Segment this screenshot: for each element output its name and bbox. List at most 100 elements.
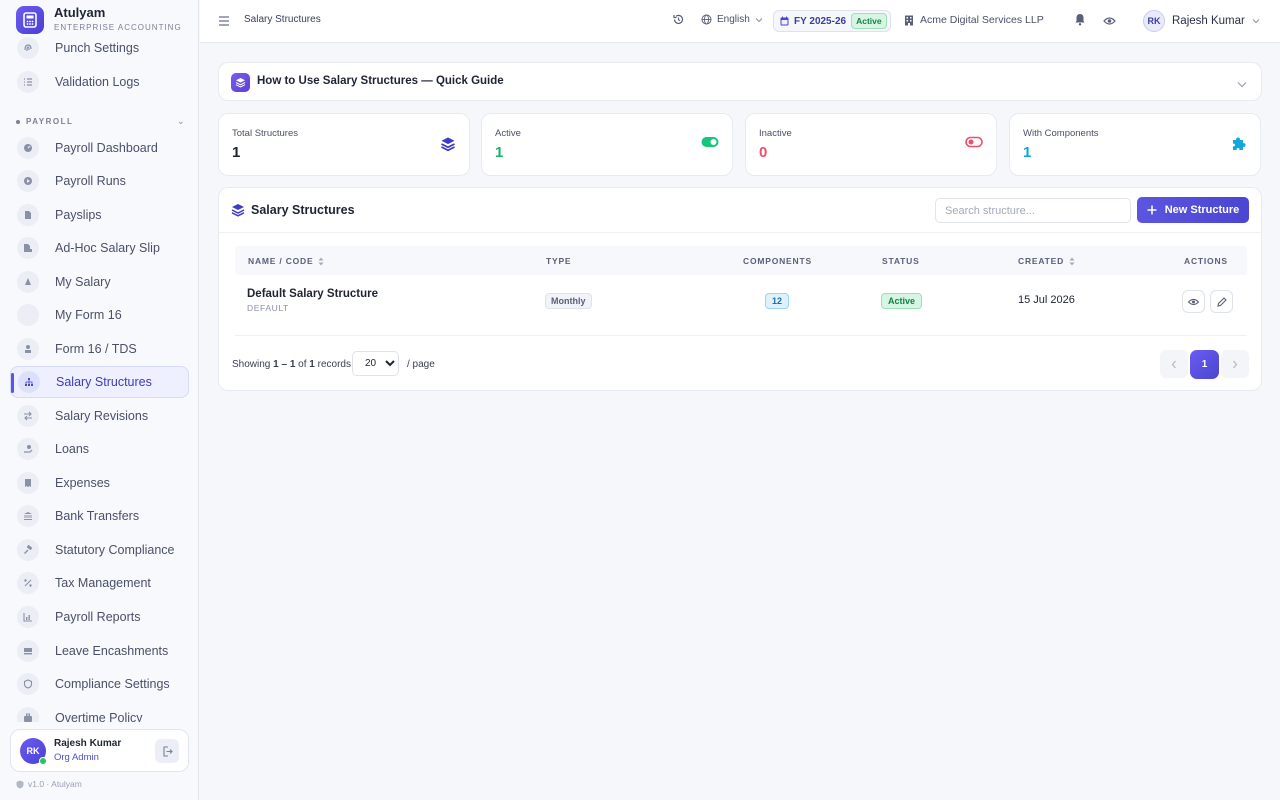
records-range: 1 – 1: [273, 359, 296, 370]
eye-icon: [1188, 298, 1199, 305]
sidebar-item-payroll-reports[interactable]: Payroll Reports: [10, 601, 189, 633]
sidebar-item-overtime-policy[interactable]: Overtime Policy: [10, 702, 189, 722]
organization-selector[interactable]: Acme Digital Services LLP: [904, 14, 1044, 26]
chevron-right-icon: [1233, 360, 1238, 368]
sidebar-nav: Punch Settings Validation Logs PAYROLL ⌄…: [10, 32, 190, 722]
sidebar-item-payslips[interactable]: Payslips: [10, 199, 189, 231]
sidebar-item-loans[interactable]: Loans: [10, 433, 189, 465]
sidebar-section-payroll[interactable]: PAYROLL ⌄: [16, 116, 186, 127]
sidebar-item-bank-transfers[interactable]: Bank Transfers: [10, 500, 189, 532]
file-plus-icon: [17, 237, 39, 259]
notifications-button[interactable]: [1074, 13, 1086, 29]
language-selector[interactable]: English: [701, 14, 763, 25]
sidebar-item-expenses[interactable]: Expenses: [10, 467, 189, 499]
search-input[interactable]: [935, 198, 1131, 223]
toggle-on-icon: [701, 136, 719, 151]
sidebar-item-payroll-dashboard[interactable]: Payroll Dashboard: [10, 132, 189, 164]
sidebar-item-leave-encashments[interactable]: Leave Encashments: [10, 635, 189, 667]
sidebar-item-validation-logs[interactable]: Validation Logs: [10, 66, 189, 98]
sidebar-item-punch-settings[interactable]: Punch Settings: [10, 32, 189, 64]
sidebar-item-label: Validation Logs: [55, 75, 140, 89]
sidebar-item-label: Punch Settings: [55, 41, 140, 55]
column-header-components: COMPONENTS: [743, 256, 812, 266]
pagination-prev-button[interactable]: [1160, 350, 1188, 378]
page-title: Salary Structures: [244, 14, 321, 25]
receipt-icon: [17, 472, 39, 494]
sitemap-icon: [18, 371, 40, 393]
sidebar-item-salary-structures[interactable]: Salary Structures: [10, 366, 189, 398]
quick-guide-title: How to Use Salary Structures — Quick Gui…: [257, 75, 504, 87]
avatar: RK: [1143, 10, 1165, 32]
sidebar-item-salary-revisions[interactable]: Salary Revisions: [10, 400, 189, 432]
table-title: Salary Structures: [251, 203, 355, 217]
sidebar-item-label: Ad-Hoc Salary Slip: [55, 241, 160, 255]
logout-button[interactable]: [155, 739, 179, 763]
play-circle-icon: [17, 170, 39, 192]
organization-name: Acme Digital Services LLP: [920, 14, 1044, 26]
column-header-created[interactable]: CREATED: [1018, 256, 1075, 266]
shield-icon: [16, 780, 24, 788]
sidebar-item-my-salary[interactable]: My Salary: [10, 266, 189, 298]
chevron-down-icon: [755, 17, 763, 22]
brand-name: Atulyam: [54, 5, 106, 20]
column-header-label: TYPE: [546, 256, 572, 266]
table-card-header: Salary Structures New Structure: [219, 188, 1263, 233]
sidebar-item-form-16-tds[interactable]: Form 16 / TDS: [10, 333, 189, 365]
stamp-icon: [17, 338, 39, 360]
sidebar-item-label: Payroll Reports: [55, 610, 141, 624]
page-size-select[interactable]: 10 20 50 100: [352, 351, 399, 376]
avatar-initials: RK: [1147, 16, 1161, 26]
sidebar-item-my-form-16[interactable]: My Form 16: [10, 299, 189, 331]
sidebar-item-label: Payroll Runs: [55, 174, 126, 188]
column-header-name[interactable]: NAME / CODE: [248, 256, 324, 266]
menu-toggle-button[interactable]: [218, 14, 230, 29]
language-label: English: [717, 14, 750, 25]
edit-button[interactable]: [1210, 290, 1233, 313]
quick-guide-accordion[interactable]: How to Use Salary Structures — Quick Gui…: [218, 62, 1262, 101]
history-button[interactable]: [672, 13, 685, 29]
sidebar-item-payroll-runs[interactable]: Payroll Runs: [10, 165, 189, 197]
online-status-dot: [39, 756, 47, 765]
puzzle-icon: [1231, 136, 1247, 155]
sidebar-item-label: Tax Management: [55, 576, 151, 590]
preview-toggle-button[interactable]: [1103, 14, 1116, 29]
hamburger-icon: [219, 16, 229, 26]
pagination-next-button[interactable]: [1221, 350, 1249, 378]
sidebar-item-statutory-compliance[interactable]: Statutory Compliance: [10, 534, 189, 566]
user-menu[interactable]: RK Rajesh Kumar: [1143, 10, 1260, 32]
new-structure-button[interactable]: New Structure: [1137, 197, 1249, 223]
chevron-left-icon: [1171, 360, 1176, 368]
sidebar-item-label: Form 16 / TDS: [55, 342, 137, 356]
table-row[interactable]: Default Salary Structure DEFAULT Monthly…: [235, 276, 1247, 336]
column-header-label: ACTIONS: [1184, 256, 1228, 266]
fiscal-year-selector[interactable]: FY 2025-26 Active: [773, 10, 891, 32]
percent-icon: [17, 572, 39, 594]
stat-label: Inactive: [759, 128, 792, 139]
layers-icon: [231, 73, 250, 92]
user-name: Rajesh Kumar: [1172, 15, 1245, 27]
sidebar-item-label: Payslips: [55, 208, 102, 222]
app-version: v1.0 · Atulyam: [16, 779, 82, 789]
sidebar-item-tax-management[interactable]: Tax Management: [10, 567, 189, 599]
hand-coin-icon: [17, 438, 39, 460]
bank-icon: [17, 505, 39, 527]
new-structure-label: New Structure: [1164, 204, 1240, 216]
sidebar-item-compliance-settings[interactable]: Compliance Settings: [10, 668, 189, 700]
view-button[interactable]: [1182, 290, 1205, 313]
sidebar-item-ad-hoc-salary-slip[interactable]: Ad-Hoc Salary Slip: [10, 232, 189, 264]
per-page-label: / page: [407, 359, 435, 370]
sidebar-user-card[interactable]: RK Rajesh Kumar Org Admin: [10, 729, 189, 772]
layers-icon: [231, 203, 245, 220]
chevron-down-icon: ⌄: [176, 116, 186, 126]
stat-value: 1: [495, 144, 504, 161]
pagination-page-button[interactable]: 1: [1190, 350, 1219, 379]
records-summary-suffix: records: [317, 359, 351, 370]
structure-code: DEFAULT: [247, 303, 289, 313]
stat-label: Total Structures: [232, 128, 298, 139]
dot-icon: [16, 119, 20, 124]
status-badge: Active: [851, 13, 887, 29]
wallet-icon: [17, 271, 39, 293]
brand[interactable]: Atulyam ENTERPRISE ACCOUNTING: [16, 6, 182, 34]
calculator-icon: [16, 6, 44, 34]
topbar: Salary Structures English FY 2025-26 Act…: [200, 0, 1280, 43]
